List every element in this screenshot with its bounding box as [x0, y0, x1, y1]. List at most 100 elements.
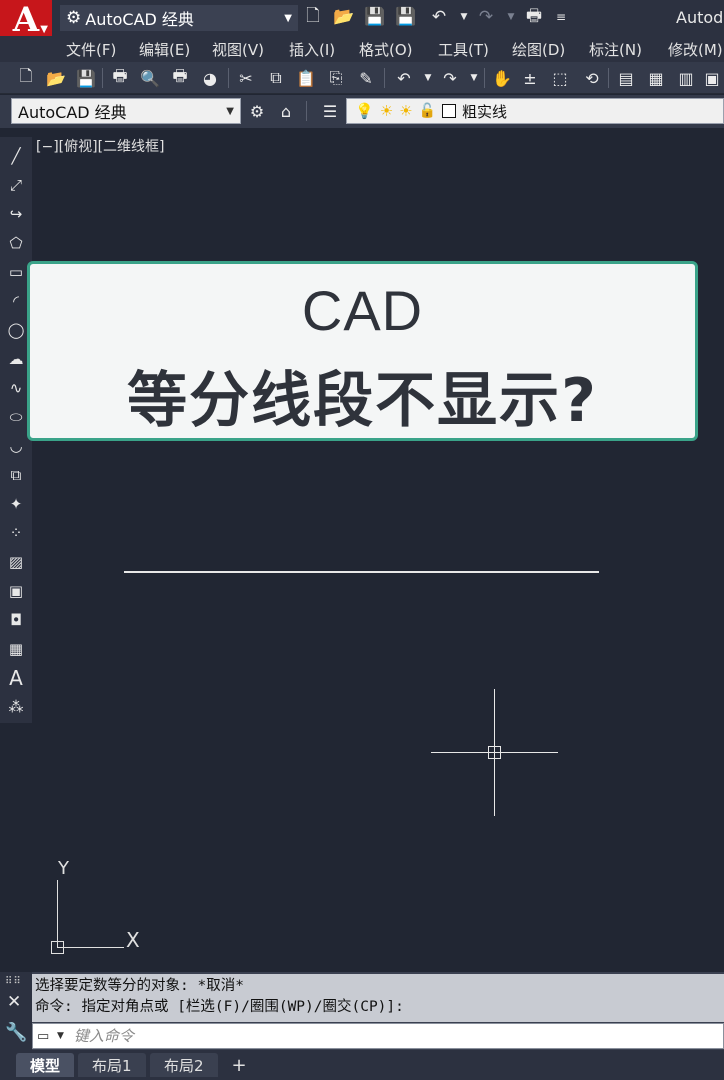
revision-cloud-icon[interactable]: ☁	[2, 346, 30, 372]
multiline-text-icon[interactable]: A	[2, 665, 30, 691]
workspace-quick-select[interactable]: ⚙ AutoCAD 经典 ▼	[60, 5, 298, 31]
unlock-icon[interactable]: 🔓	[419, 103, 436, 119]
menu-draw[interactable]: 绘图(D)	[512, 39, 565, 60]
open-folder-icon[interactable]: 📂	[44, 66, 68, 90]
sheet-set-icon[interactable]: ▣	[700, 66, 724, 90]
paste-icon[interactable]: 📋	[294, 66, 318, 90]
layer-viewport-freeze-icon[interactable]: ☀	[399, 102, 412, 120]
publish-icon[interactable]: 🖶	[168, 66, 192, 90]
command-prompt-icon[interactable]: ▭	[37, 1029, 57, 1044]
chevron-down-icon[interactable]: ▼	[462, 66, 486, 90]
3d-dwf-icon[interactable]: ◕	[198, 66, 222, 90]
tool-palettes-icon[interactable]: ▥	[674, 66, 698, 90]
chevron-down-icon[interactable]: ▼	[453, 6, 475, 28]
open-folder-icon[interactable]: 📂	[333, 6, 355, 28]
point-icon[interactable]: ⁘	[2, 520, 30, 546]
customize-quick-access-icon[interactable]: ≡	[550, 6, 572, 28]
layer-freeze-sun-icon[interactable]: ☀	[380, 102, 393, 120]
hatch-icon[interactable]: ▨	[2, 549, 30, 575]
circle-icon[interactable]: ◯	[2, 317, 30, 343]
arc-icon[interactable]: ◜	[2, 288, 30, 314]
make-block-icon[interactable]: ✦	[2, 491, 30, 517]
ellipse-icon[interactable]: ⬭	[2, 404, 30, 430]
chevron-down-icon[interactable]: ▼	[500, 6, 522, 28]
add-layout-icon[interactable]: +	[227, 1053, 251, 1077]
command-history-line: 选择要定数等分的对象: *取消*	[35, 978, 244, 994]
spline-icon[interactable]: ∿	[2, 375, 30, 401]
toolbar-separator	[484, 68, 485, 88]
undo-icon[interactable]: ↶	[428, 6, 450, 28]
polyline-icon[interactable]: ↪	[2, 201, 30, 227]
close-icon[interactable]: ✕	[7, 992, 21, 1012]
tab-layout2[interactable]: 布局2	[150, 1053, 218, 1077]
layer-dropdown[interactable]: 💡 ☀ ☀ 🔓 粗实线	[346, 98, 724, 124]
menu-file[interactable]: 文件(F)	[66, 39, 116, 60]
viewport-controls-label[interactable]: [−][俯视][二维线框]	[36, 136, 165, 156]
region-icon[interactable]: ◘	[2, 607, 30, 633]
menu-view[interactable]: 视图(V)	[212, 39, 264, 60]
undo-icon[interactable]: ↶	[392, 66, 416, 90]
cut-icon[interactable]: ✂	[234, 66, 258, 90]
construction-line-icon[interactable]: ⤢	[2, 172, 30, 198]
chevron-down-icon: ▼	[40, 24, 48, 35]
menu-insert[interactable]: 插入(I)	[289, 39, 335, 60]
command-input[interactable]	[71, 1026, 632, 1046]
command-window-grip[interactable]: ⠿⠿ ✕ 🔧	[0, 972, 32, 1050]
workspace-dropdown[interactable]: AutoCAD 经典 ▼	[11, 98, 241, 124]
copy-icon[interactable]: ⧉	[264, 66, 288, 90]
crosshair-pickbox	[488, 746, 501, 759]
add-selected-icon[interactable]: ⁂	[2, 694, 30, 720]
chevron-down-icon: ▼	[284, 12, 292, 24]
grip-handle-icon[interactable]: ⠿⠿	[5, 976, 22, 987]
workspace-dropdown-value: AutoCAD 经典	[18, 103, 127, 122]
tab-layout1[interactable]: 布局1	[78, 1053, 146, 1077]
plot-icon[interactable]: 🖶	[108, 66, 132, 90]
plot-preview-icon[interactable]: 🔍	[138, 66, 162, 90]
layer-manager-icon[interactable]: ☰	[318, 99, 342, 123]
command-history: 选择要定数等分的对象: *取消* 命令: 指定对角点或 [栏选(F)/圈围(WP…	[32, 974, 724, 1022]
menu-dimension[interactable]: 标注(N)	[589, 39, 642, 60]
menu-format[interactable]: 格式(O)	[359, 39, 413, 60]
rectangle-icon[interactable]: ▭	[2, 259, 30, 285]
menu-modify[interactable]: 修改(M)	[668, 39, 723, 60]
menu-tools[interactable]: 工具(T)	[438, 39, 489, 60]
redo-icon[interactable]: ↷	[475, 6, 497, 28]
toolbar-separator	[228, 68, 229, 88]
zoom-window-icon[interactable]: ⬚	[548, 66, 572, 90]
layer-on-bulb-icon[interactable]: 💡	[355, 102, 374, 120]
title-card: CAD 等分线段不显示?	[27, 261, 698, 441]
save-icon[interactable]: 💾	[74, 66, 98, 90]
properties-icon[interactable]: ▤	[614, 66, 638, 90]
table-icon[interactable]: ▦	[2, 636, 30, 662]
design-center-icon[interactable]: ▦	[644, 66, 668, 90]
command-line[interactable]: ▭ ▼	[32, 1023, 724, 1049]
chevron-down-icon[interactable]: ▼	[57, 1031, 64, 1041]
redo-icon[interactable]: ↷	[438, 66, 462, 90]
drawn-line-segment[interactable]	[124, 571, 599, 573]
new-file-icon[interactable]: 🗋	[14, 66, 38, 90]
save-icon[interactable]: 💾	[364, 6, 386, 28]
match-properties-icon[interactable]: ⎘	[324, 66, 348, 90]
insert-block-icon[interactable]: ⧉	[2, 462, 30, 488]
tab-model[interactable]: 模型	[16, 1053, 75, 1077]
layer-toolbar: AutoCAD 经典 ▼ ⚙ ⌂ ☰ 💡 ☀ ☀ 🔓 粗实线	[0, 95, 724, 128]
zoom-realtime-icon[interactable]: ±	[518, 66, 542, 90]
polygon-icon[interactable]: ⬠	[2, 230, 30, 256]
gradient-icon[interactable]: ▣	[2, 578, 30, 604]
save-as-icon[interactable]: 💾	[395, 6, 417, 28]
gear-icon[interactable]: ⚙	[245, 99, 269, 123]
new-file-icon[interactable]: 🗋	[302, 6, 324, 28]
block-editor-icon[interactable]: ✎	[354, 66, 378, 90]
ellipse-arc-icon[interactable]: ◡	[2, 433, 30, 459]
chevron-down-icon[interactable]: ▼	[416, 66, 440, 90]
pan-hand-icon[interactable]: ✋	[490, 66, 514, 90]
customize-wrench-icon[interactable]: 🔧	[5, 1022, 27, 1043]
workspace-settings-icon[interactable]: ⌂	[274, 99, 298, 123]
menu-edit[interactable]: 编辑(E)	[139, 39, 190, 60]
layer-color-swatch	[442, 104, 457, 118]
zoom-previous-icon[interactable]: ⟲	[580, 66, 604, 90]
command-window: ⠿⠿ ✕ 🔧 选择要定数等分的对象: *取消* 命令: 指定对角点或 [栏选(F…	[0, 972, 724, 1050]
line-icon[interactable]: ╱	[2, 143, 30, 169]
print-icon[interactable]: 🖶	[523, 6, 545, 28]
toolbar-separator	[384, 68, 385, 88]
